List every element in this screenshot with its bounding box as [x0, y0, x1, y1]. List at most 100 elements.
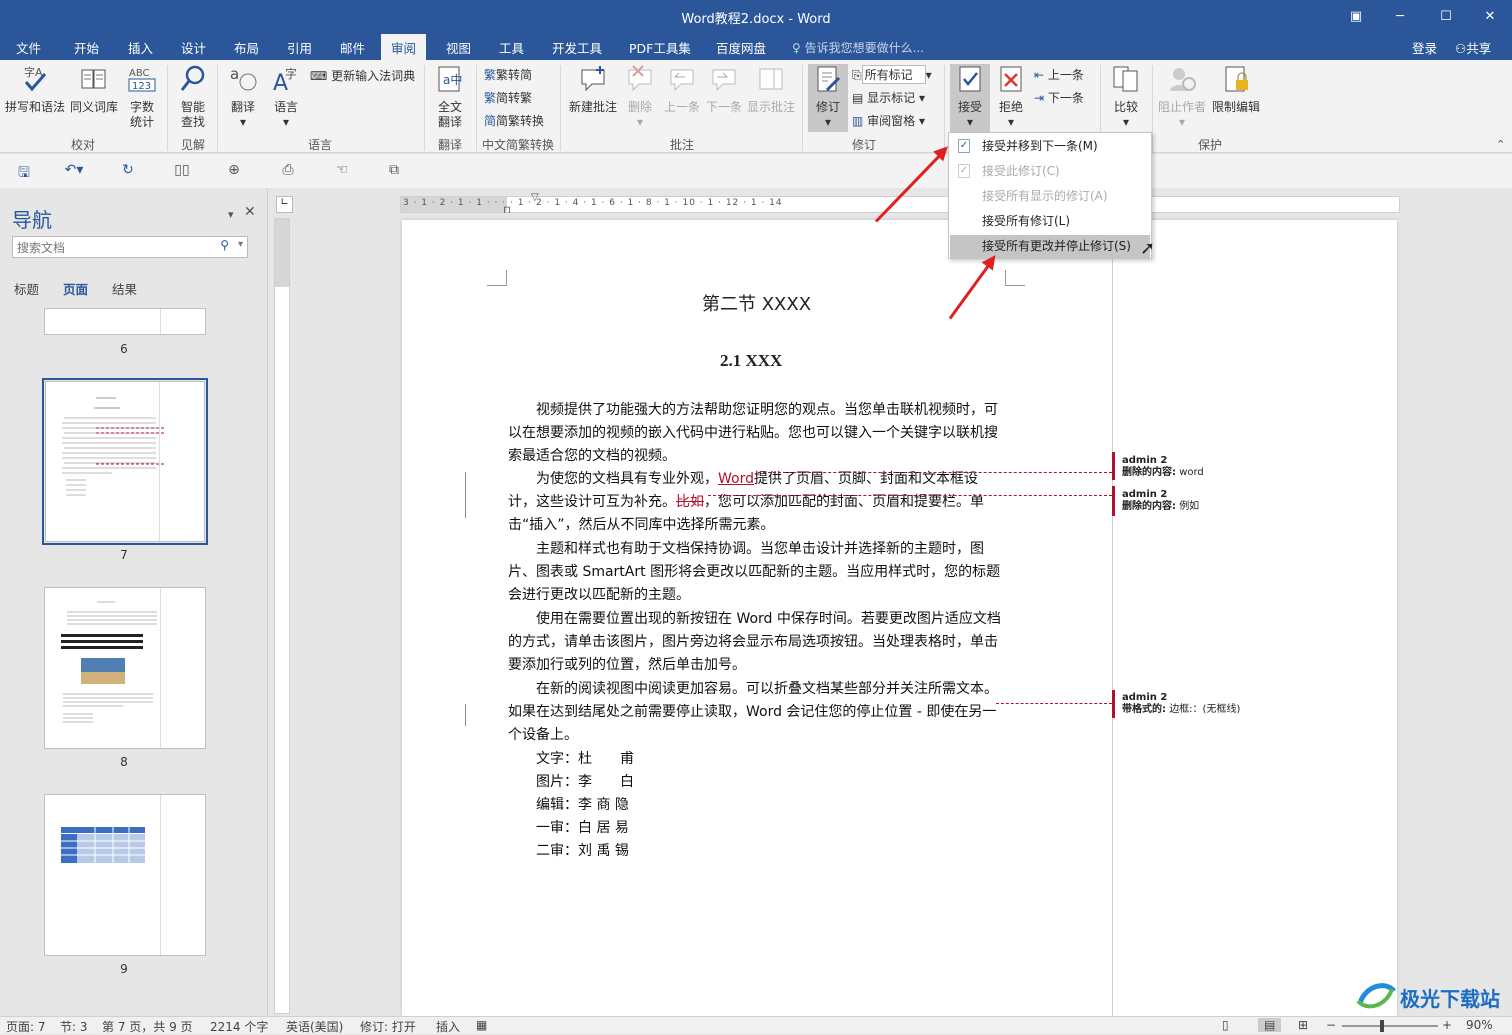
customize-icon[interactable]: ⧉ [384, 162, 404, 180]
tab-view[interactable]: 视图 [446, 38, 471, 57]
paragraph-3[interactable]: 主题和样式也有助于文档保持协调。当您单击设计并选择新的主题时，图片、图表或 Sm… [508, 538, 1002, 607]
delete-comment-button[interactable]: 删除 ▾ [622, 64, 658, 130]
tab-insert[interactable]: 插入 [128, 38, 153, 57]
sign-in-link[interactable]: 登录 [1412, 38, 1437, 57]
tab-layout[interactable]: 布局 [234, 38, 259, 57]
status-language[interactable]: 英语(美国) [286, 1018, 343, 1035]
reviewing-pane-button[interactable]: ▥ 审阅窗格 ▾ [852, 112, 925, 129]
full-translate-button[interactable]: a中 全文 翻译 [432, 64, 468, 130]
tab-references[interactable]: 引用 [287, 38, 312, 57]
save-icon[interactable]: 🖫 [14, 162, 34, 181]
tab-selector[interactable]: ∟ [276, 196, 293, 213]
tab-pdf[interactable]: PDF工具集 [629, 38, 691, 57]
nav-tab-results[interactable]: 结果 [112, 279, 137, 298]
thesaurus-button[interactable]: 同义词库 [68, 64, 120, 115]
tab-design[interactable]: 设计 [181, 38, 206, 57]
tab-home[interactable]: 开始 [74, 38, 99, 57]
page-thumbnail-8[interactable] [44, 587, 206, 749]
translate-button[interactable]: a 翻译 ▾ [224, 64, 262, 130]
collapse-ribbon-icon[interactable]: ⌃ [1496, 138, 1505, 151]
heading-section[interactable]: 第二节 XXXX [702, 290, 811, 316]
credits-list[interactable]: 文字：杜 甫 图片：李 白 编辑：李 商 隐 一审：白 居 易 二审：刘 禹 锡 [536, 748, 1030, 863]
paragraph-1[interactable]: 视频提供了功能强大的方法帮助您证明您的观点。当您单击联机视频时，可以在想要添加的… [508, 399, 1002, 468]
web-layout-icon[interactable]: ⊞ [1298, 1018, 1308, 1032]
undo-icon[interactable]: ↶▾ [64, 162, 84, 180]
status-track-changes[interactable]: 修订: 打开 [360, 1018, 416, 1035]
search-document-input[interactable]: 搜索文档 ⚲ ▾ [12, 236, 248, 258]
zoom-in-icon[interactable]: + [1442, 1018, 1452, 1032]
revision-balloon-3[interactable]: admin 2 带格式的: 边框:：(无框线) [1122, 692, 1240, 716]
display-for-review-dropdown[interactable]: ⎘ 所有标记 ▾ [852, 65, 932, 84]
menu-accept-all-and-stop-tracking[interactable]: 接受所有更改并停止修订(S) [950, 235, 1150, 258]
touch-mode-icon[interactable]: ☜ [332, 162, 352, 180]
tab-mailings[interactable]: 邮件 [340, 38, 365, 57]
zoom-out-icon[interactable]: − [1326, 1018, 1336, 1032]
zoom-slider[interactable] [1342, 1025, 1438, 1027]
new-comment-button[interactable]: 新建批注 [566, 64, 620, 115]
paragraph-5[interactable]: 在新的阅读视图中阅读更加容易。可以折叠文档某些部分并关注所需文本。如果在达到结尾… [508, 678, 1002, 747]
read-mode-icon[interactable]: ▯ [1222, 1018, 1229, 1032]
status-word-count[interactable]: 2214 个字 [210, 1018, 268, 1035]
revision-balloon-1[interactable]: admin 2 删除的内容: word [1122, 455, 1204, 479]
paragraph-4[interactable]: 使用在需要位置出现的新按钮在 Word 中保存时间。若要更改图片适应文档的方式，… [508, 608, 1002, 677]
revision-balloon-2[interactable]: admin 2 删除的内容: 例如 [1122, 489, 1199, 513]
status-page-of[interactable]: 第 7 页，共 9 页 [102, 1018, 193, 1035]
spelling-grammar-button[interactable]: 字A 拼写和语法 [4, 64, 66, 115]
show-comments-button[interactable]: 显示批注 [746, 64, 796, 115]
tab-review[interactable]: 审阅 [381, 34, 427, 60]
heading-subsection[interactable]: 2.1 XXX [720, 351, 782, 371]
print-layout-icon[interactable]: ▤ [1258, 1018, 1282, 1032]
tab-baidu[interactable]: 百度网盘 [716, 38, 766, 57]
share-button[interactable]: ⚇共享 [1455, 38, 1491, 57]
next-comment-button[interactable]: 下一条 [704, 64, 744, 115]
tab-file[interactable]: 文件 [16, 38, 41, 57]
nav-tab-pages[interactable]: 页面 [63, 279, 88, 298]
print-preview-icon[interactable]: ⎙ [278, 162, 298, 180]
read-mode-icon[interactable]: ▯▯ [172, 162, 192, 180]
close-pane-icon[interactable]: ✕ [244, 204, 256, 220]
smart-lookup-button[interactable]: 智能 查找 [174, 64, 212, 130]
ribbon-display-icon[interactable]: ▣ [1342, 6, 1370, 28]
page-thumbnail-6[interactable] [44, 308, 206, 335]
update-ime-dictionary-button[interactable]: ⌨ 更新输入法词典 [310, 67, 415, 84]
restrict-editing-button[interactable]: 限制编辑 [1210, 64, 1262, 115]
left-indent-icon[interactable]: ⊓ [503, 205, 511, 216]
tell-me-box[interactable]: ♀ 告诉我您想要做什么... [792, 39, 924, 56]
show-markup-button[interactable]: ▤ 显示标记 ▾ [852, 89, 925, 106]
macro-icon[interactable]: ▦ [476, 1018, 487, 1032]
status-section[interactable]: 节: 3 [60, 1018, 88, 1035]
previous-change-button[interactable]: ⇤ 上一条 [1034, 66, 1084, 83]
compare-button[interactable]: 比较 ▾ [1106, 64, 1146, 130]
page-thumbnail-9[interactable] [44, 794, 206, 956]
traditional-to-simplified-button[interactable]: 繁繁转简 [484, 66, 532, 83]
zoom-slider-knob[interactable] [1380, 1020, 1384, 1032]
deleted-text-example[interactable]: 比如 [676, 494, 704, 510]
simplified-to-traditional-button[interactable]: 繁简转繁 [484, 89, 532, 106]
track-changes-button[interactable]: 修订 ▾ [808, 64, 848, 132]
menu-accept-all-changes[interactable]: 接受所有修订(L) [950, 210, 1150, 233]
chinese-conversion-button[interactable]: 简简繁转换 [484, 112, 544, 129]
tab-tools[interactable]: 工具 [499, 38, 524, 57]
zoom-level[interactable]: 90% [1466, 1018, 1493, 1032]
previous-comment-button[interactable]: 上一条 [662, 64, 702, 115]
maximize-icon[interactable]: ☐ [1432, 6, 1460, 28]
minimize-icon[interactable]: ─ [1386, 6, 1414, 28]
deleted-text-word[interactable]: Word [718, 471, 754, 487]
block-authors-button[interactable]: 阻止作者 ▾ [1156, 64, 1208, 130]
redo-icon[interactable]: ↻ [118, 162, 138, 180]
menu-accept-this-change[interactable]: ✓ 接受此修订(C) [950, 160, 1150, 183]
reject-button[interactable]: 拒绝 ▾ [992, 64, 1030, 130]
search-icon[interactable]: ⚲ [220, 238, 229, 252]
indent-marker-icon[interactable]: ▽ [531, 192, 539, 203]
paragraph-2[interactable]: 为使您的文档具有专业外观，Word提供了页眉、页脚、封面和文本框设计，这些设计可… [508, 468, 1002, 537]
menu-accept-and-move-next[interactable]: ✓ 接受并移到下一条(M) [950, 135, 1150, 158]
word-count-button[interactable]: ABC 123 字数 统计 [124, 64, 160, 130]
page-thumbnail-7[interactable] [45, 381, 205, 542]
status-insert-mode[interactable]: 插入 [436, 1018, 460, 1035]
accept-button[interactable]: 接受 ▾ [950, 64, 990, 132]
status-page[interactable]: 页面: 7 [6, 1018, 46, 1035]
menu-accept-all-shown[interactable]: 接受所有显示的修订(A) [950, 185, 1150, 208]
pane-options-icon[interactable]: ▾ [228, 208, 234, 221]
nav-tab-headings[interactable]: 标题 [14, 279, 39, 298]
next-change-button[interactable]: ⇥ 下一条 [1034, 89, 1084, 106]
